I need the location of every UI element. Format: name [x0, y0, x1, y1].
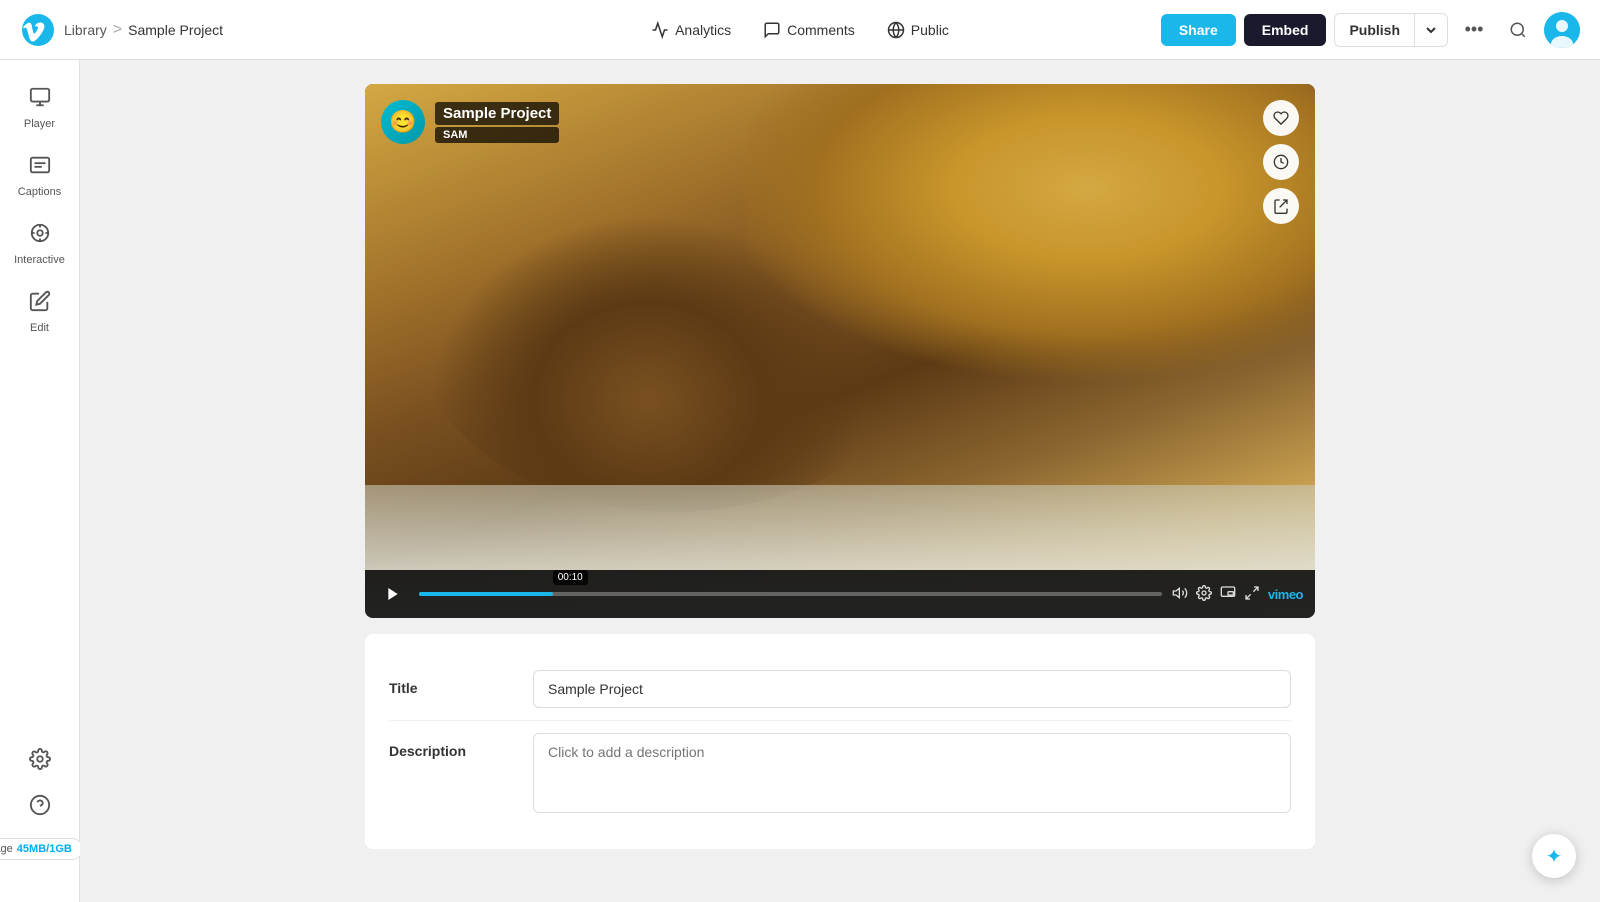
breadcrumb-current: Sample Project	[128, 22, 223, 38]
sidebar: Player Captions	[0, 60, 80, 902]
video-controls: 00:10	[365, 570, 1315, 618]
heart-icon	[1273, 110, 1289, 126]
video-channel-name: Sample Project	[435, 102, 559, 125]
help-icon	[29, 794, 51, 816]
comments-button[interactable]: Comments	[749, 13, 869, 47]
description-row: Description	[389, 721, 1291, 825]
volume-icon[interactable]	[1172, 585, 1188, 604]
share-video-button[interactable]	[1263, 188, 1299, 224]
public-label: Public	[911, 22, 949, 38]
publish-label[interactable]: Publish	[1335, 14, 1415, 46]
edit-label: Edit	[30, 322, 49, 334]
header-center-nav: Analytics Comments Public	[637, 13, 963, 47]
analytics-icon	[651, 21, 669, 39]
video-title-block: Sample Project SAM	[435, 102, 559, 143]
play-icon	[385, 586, 401, 602]
more-options-button[interactable]: •••	[1456, 12, 1492, 48]
search-button[interactable]	[1500, 12, 1536, 48]
form-section: Title Description	[365, 634, 1315, 849]
analytics-button[interactable]: Analytics	[637, 13, 745, 47]
sidebar-item-interactive[interactable]: Interactive	[5, 212, 75, 276]
more-icon: •••	[1465, 19, 1484, 40]
description-textarea[interactable]	[533, 733, 1291, 813]
top-header: Library > Sample Project Analytics Comme…	[0, 0, 1600, 60]
settings-video-icon[interactable]	[1196, 585, 1212, 604]
sparkle-icon: ✦	[1546, 844, 1563, 869]
comments-label: Comments	[787, 22, 855, 38]
captions-icon	[29, 154, 51, 182]
analytics-label: Analytics	[675, 22, 731, 38]
progress-bar[interactable]: 00:10	[419, 592, 1162, 596]
avatar-icon	[1544, 12, 1580, 48]
clock-icon	[1273, 154, 1289, 170]
storage-label: Storage	[0, 843, 13, 855]
sidebar-item-edit[interactable]: Edit	[5, 280, 75, 344]
edit-icon	[29, 290, 51, 318]
video-wrapper: 😊 Sample Project SAM	[365, 84, 1315, 849]
breadcrumb-library[interactable]: Library	[64, 22, 107, 38]
sidebar-item-player[interactable]: Player	[5, 76, 75, 140]
video-background	[365, 84, 1315, 618]
settings-icon	[29, 748, 51, 770]
sidebar-item-captions[interactable]: Captions	[5, 144, 75, 208]
main-content: 😊 Sample Project SAM	[80, 60, 1600, 902]
like-button[interactable]	[1263, 100, 1299, 136]
progress-fill	[419, 592, 553, 596]
player-label: Player	[24, 118, 55, 130]
breadcrumb-separator: >	[113, 21, 122, 39]
captions-label: Captions	[18, 186, 61, 198]
video-action-icons	[1263, 100, 1299, 224]
sidebar-bottom: Storage 45MB/1GB Legal	[0, 740, 79, 886]
interactive-icon	[29, 222, 51, 250]
storage-used: 45MB/1GB	[17, 843, 72, 855]
user-avatar[interactable]	[1544, 12, 1580, 48]
breadcrumb: Library > Sample Project	[64, 21, 223, 39]
search-icon	[1509, 21, 1527, 39]
pip-icon[interactable]	[1220, 585, 1236, 604]
description-label: Description	[389, 733, 509, 759]
progress-time: 00:10	[553, 570, 588, 585]
watch-later-button[interactable]	[1263, 144, 1299, 180]
storage-area: Storage 45MB/1GB Legal	[5, 740, 74, 876]
sidebar-item-help[interactable]	[5, 786, 75, 824]
title-input[interactable]	[533, 670, 1291, 708]
share-button[interactable]: Share	[1161, 14, 1236, 46]
control-icons-right: vimeo	[1172, 585, 1303, 604]
channel-avatar: 😊	[381, 100, 425, 144]
interactive-label: Interactive	[14, 254, 65, 266]
public-button[interactable]: Public	[873, 13, 963, 47]
sparkle-fab-button[interactable]: ✦	[1532, 834, 1576, 878]
comments-icon	[763, 21, 781, 39]
publish-button[interactable]: Publish	[1334, 13, 1448, 47]
embed-button[interactable]: Embed	[1244, 14, 1327, 46]
vimeo-brand-watermark: vimeo	[1268, 587, 1303, 602]
video-info-overlay: 😊 Sample Project SAM	[381, 100, 559, 144]
header-left: Library > Sample Project	[20, 12, 637, 48]
publish-chevron-icon[interactable]	[1415, 16, 1447, 44]
share-icon	[1273, 198, 1289, 214]
sidebar-item-settings[interactable]	[5, 740, 75, 778]
globe-icon	[887, 21, 905, 39]
video-sam-badge: SAM	[435, 127, 559, 143]
header-right: Share Embed Publish •••	[963, 12, 1580, 48]
title-label: Title	[389, 670, 509, 696]
title-row: Title	[389, 658, 1291, 721]
video-player[interactable]: 😊 Sample Project SAM	[365, 84, 1315, 618]
main-layout: Player Captions	[0, 60, 1600, 902]
vimeo-logo[interactable]	[20, 12, 56, 48]
fullscreen-icon[interactable]	[1244, 585, 1260, 604]
play-button[interactable]	[377, 578, 409, 610]
player-icon	[29, 86, 51, 114]
